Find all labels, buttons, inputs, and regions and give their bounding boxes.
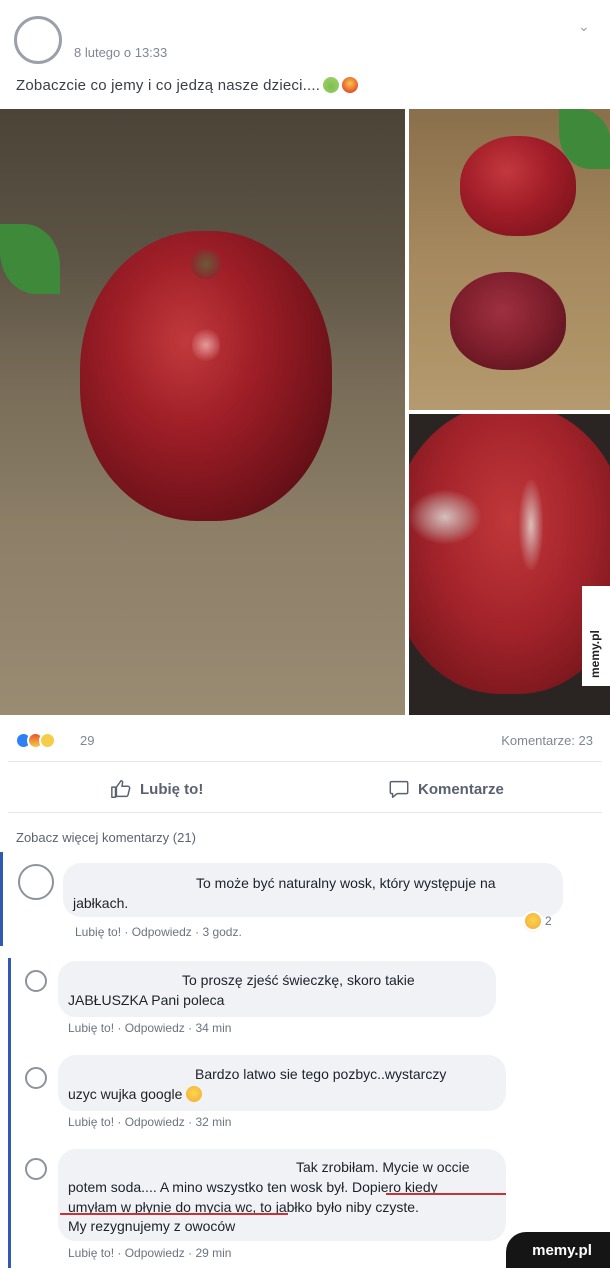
red-underline bbox=[60, 1213, 288, 1215]
view-more-comments-link[interactable]: Zobacz więcej komentarzy (21) bbox=[16, 830, 196, 845]
comment-button-label: Komentarze bbox=[418, 780, 504, 798]
commenter-avatar[interactable] bbox=[25, 970, 47, 992]
comment-like-link[interactable]: Lubię to! bbox=[75, 925, 121, 939]
comment-reaction-count: 2 bbox=[545, 914, 552, 928]
comment-bubble-icon bbox=[389, 780, 409, 798]
comment-text: JABŁUSZKA Pani poleca bbox=[68, 992, 225, 1008]
divider bbox=[8, 761, 602, 762]
sad-icon bbox=[39, 732, 56, 750]
thread-indicator bbox=[0, 852, 3, 946]
laugh-icon bbox=[525, 913, 541, 929]
comment-reply-link[interactable]: Odpowiedz bbox=[125, 1021, 185, 1035]
comment-time[interactable]: 34 min bbox=[195, 1021, 231, 1035]
comment-time[interactable]: 3 godz. bbox=[202, 925, 241, 939]
author-avatar[interactable] bbox=[14, 16, 62, 64]
comment-actions: Lubię to! · Odpowiedz · 29 min bbox=[68, 1246, 232, 1260]
comment-text: My rezygnujemy z owoców bbox=[68, 1218, 236, 1234]
watermark-side-text: memy.pl bbox=[588, 630, 602, 678]
thread-indicator bbox=[8, 958, 11, 1268]
comment-text: uzyc wujka google bbox=[68, 1084, 203, 1104]
reaction-count[interactable]: 29 bbox=[80, 733, 94, 748]
like-button-label: Lubię to! bbox=[140, 780, 204, 798]
comment-text: potem soda.... A mino wszystko ten wosk … bbox=[68, 1179, 438, 1195]
apple-image bbox=[450, 272, 566, 370]
post-text-content: Zobaczcie co jemy i co jedzą nasze dziec… bbox=[16, 77, 321, 94]
apple-photo-closeup[interactable] bbox=[409, 414, 610, 715]
comment-text: jabłkach. bbox=[73, 895, 129, 911]
comment-like-link[interactable]: Lubię to! bbox=[68, 1246, 114, 1260]
wax-residue bbox=[519, 480, 543, 570]
apple-photo-two-apples[interactable] bbox=[409, 109, 610, 410]
facebook-post: 8 lutego o 13:33 ⌄ Zobaczcie co jemy i c… bbox=[0, 0, 610, 1268]
comment-reply-link[interactable]: Odpowiedz bbox=[125, 1115, 185, 1129]
divider bbox=[8, 812, 602, 813]
commenter-avatar[interactable] bbox=[25, 1158, 47, 1180]
sick-face-icon bbox=[323, 77, 340, 93]
reaction-icons[interactable] bbox=[15, 732, 56, 750]
smile-icon bbox=[186, 1086, 203, 1102]
comment-reaction-badge[interactable]: 2 bbox=[525, 913, 552, 929]
red-underline bbox=[386, 1193, 506, 1195]
apple-image bbox=[80, 231, 332, 521]
post-text: Zobaczcie co jemy i co jedzą nasze dziec… bbox=[16, 77, 359, 94]
watermark-bottom: memy.pl bbox=[506, 1232, 610, 1268]
comment-reply-link[interactable]: Odpowiedz bbox=[132, 925, 192, 939]
thumbs-up-icon bbox=[111, 780, 131, 798]
apple-image bbox=[460, 136, 576, 236]
apple-closeup-image bbox=[409, 414, 610, 694]
like-button[interactable]: Lubię to! bbox=[110, 777, 203, 801]
comment-like-link[interactable]: Lubię to! bbox=[68, 1115, 114, 1129]
comment-actions: Lubię to! · Odpowiedz · 3 godz. bbox=[75, 925, 242, 939]
comment-like-link[interactable]: Lubię to! bbox=[68, 1021, 114, 1035]
comment-text: Bardzo latwo sie tego pozbyc..wystarczy bbox=[195, 1066, 447, 1082]
plant-leaf bbox=[0, 224, 60, 294]
post-timestamp[interactable]: 8 lutego o 13:33 bbox=[74, 45, 167, 60]
commenter-avatar[interactable] bbox=[25, 1067, 47, 1089]
comment-count-link[interactable]: Komentarze: 23 bbox=[501, 733, 593, 748]
comment-time[interactable]: 29 min bbox=[195, 1246, 231, 1260]
comment-reply-link[interactable]: Odpowiedz bbox=[125, 1246, 185, 1260]
chevron-down-icon[interactable]: ⌄ bbox=[578, 18, 590, 35]
comment-text: To proszę zjeść świeczkę, skoro takie bbox=[182, 972, 415, 988]
comment-text-line: uzyc wujka google bbox=[68, 1086, 183, 1102]
comment-actions: Lubię to! · Odpowiedz · 34 min bbox=[68, 1021, 232, 1035]
comment-actions: Lubię to! · Odpowiedz · 32 min bbox=[68, 1115, 232, 1129]
watermark-side: memy.pl bbox=[582, 586, 610, 686]
comment-button[interactable]: Komentarze bbox=[388, 777, 504, 801]
wax-residue bbox=[409, 490, 481, 544]
comment-time[interactable]: 32 min bbox=[195, 1115, 231, 1129]
apple-photo-main[interactable] bbox=[0, 109, 405, 715]
comment-text: Tak zrobiłam. Mycie w occie bbox=[296, 1159, 470, 1175]
angry-face-icon bbox=[342, 77, 359, 93]
comment-text: To może być naturalny wosk, który występ… bbox=[196, 875, 496, 891]
commenter-avatar[interactable] bbox=[18, 864, 54, 900]
